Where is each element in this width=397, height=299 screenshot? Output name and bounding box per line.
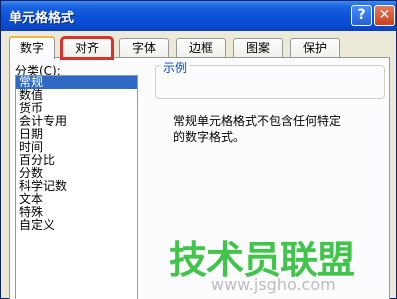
watermark-url: www.jsgho.com xyxy=(211,275,336,294)
description-line-2: 的数字格式。 xyxy=(173,130,246,144)
window-title: 单元格格式 xyxy=(9,11,75,26)
list-item[interactable]: 自定义 xyxy=(16,219,137,232)
tab-font[interactable]: 字体 xyxy=(119,38,169,58)
close-button[interactable]: ✕ xyxy=(374,5,395,26)
description-line-1: 常规单元格格式不包含任何特定 xyxy=(173,114,342,128)
format-description: 常规单元格格式不包含任何特定 的数字格式。 xyxy=(173,113,378,145)
close-icon: ✕ xyxy=(378,7,391,23)
tab-patterns[interactable]: 图案 xyxy=(233,38,283,58)
tab-protection[interactable]: 保护 xyxy=(290,38,340,58)
title-bar[interactable]: 单元格格式 ? ✕ xyxy=(1,1,396,31)
category-listbox[interactable]: 常规 数值 货币 会计专用 日期 时间 百分比 分数 科学记数 文本 特殊 自定… xyxy=(15,75,138,299)
help-icon: ? xyxy=(357,7,366,23)
sample-label: 示例 xyxy=(161,59,190,76)
tab-alignment[interactable]: 对齐 xyxy=(60,36,114,60)
format-cells-dialog: 单元格格式 ? ✕ 数字 对齐 字体 边框 图案 保护 分类(C): 常规 数值… xyxy=(0,0,397,299)
help-button[interactable]: ? xyxy=(351,5,372,26)
tab-number[interactable]: 数字 xyxy=(9,36,55,59)
tab-border[interactable]: 边框 xyxy=(176,38,226,58)
sample-groupbox xyxy=(155,65,385,99)
